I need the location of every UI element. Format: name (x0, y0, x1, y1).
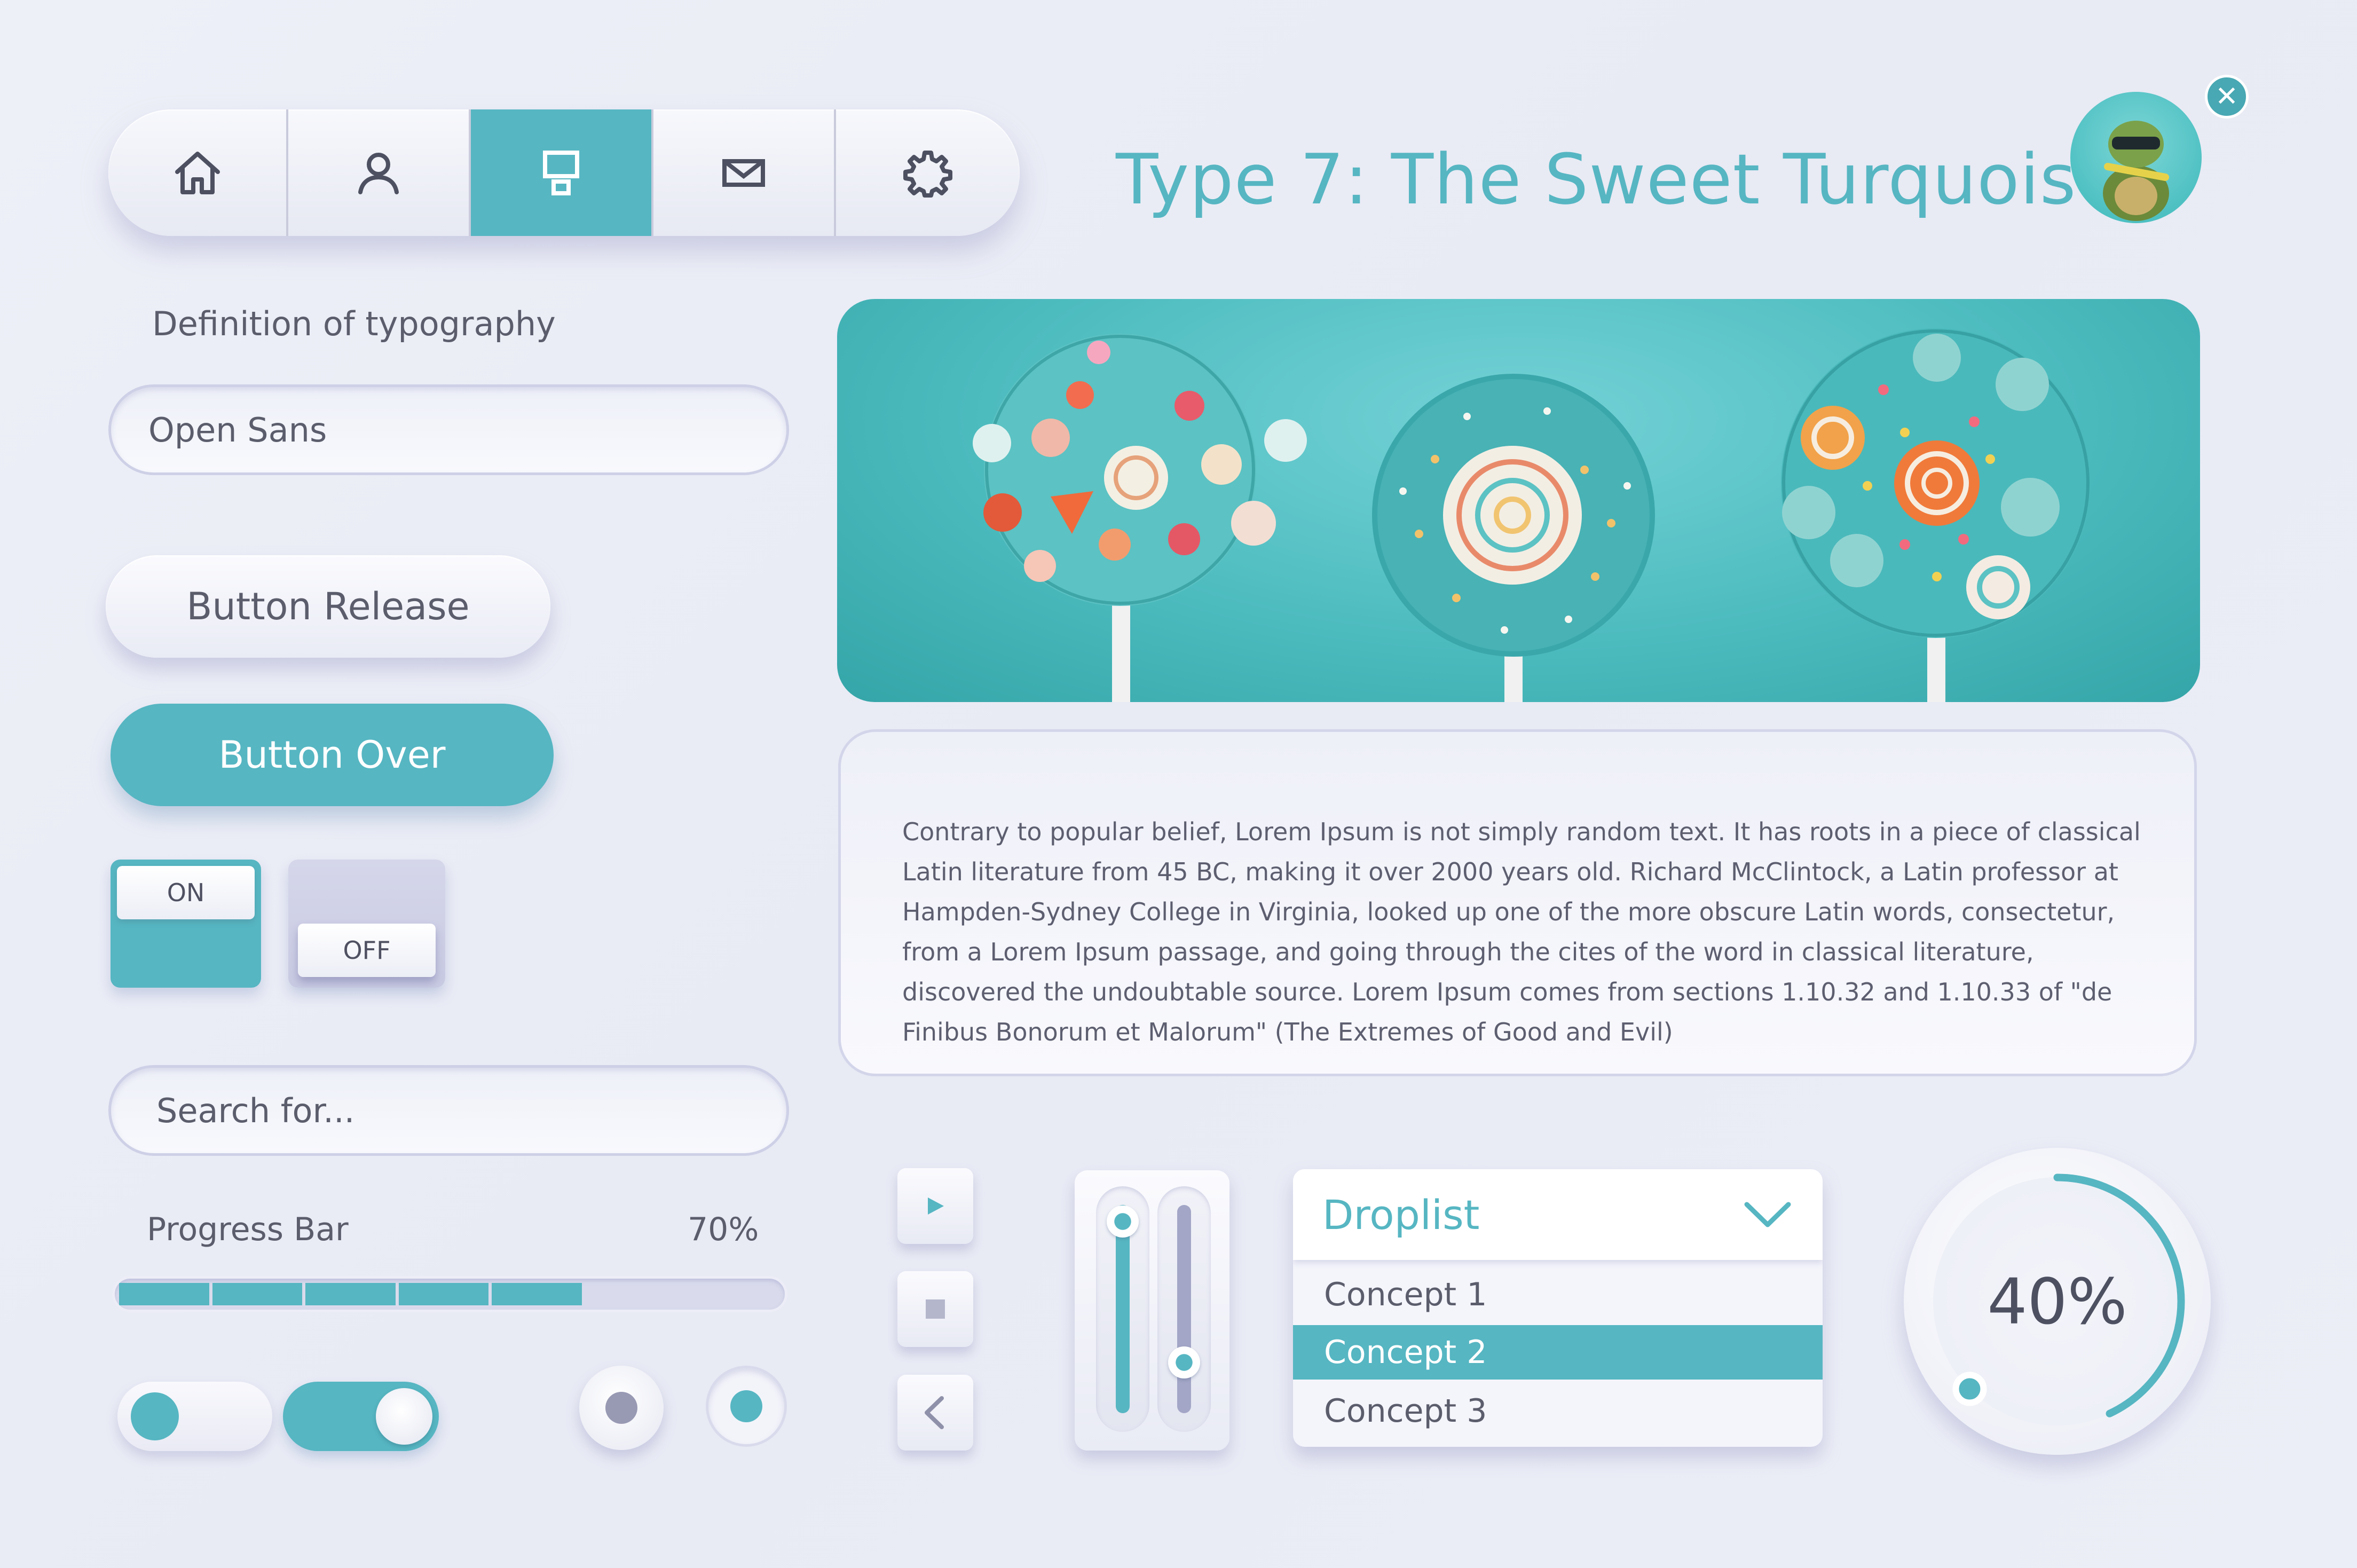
typography-label: Definition of typography (152, 304, 556, 343)
nav-home[interactable] (108, 109, 288, 236)
search-input[interactable]: Search for... (108, 1065, 789, 1156)
progress-segment (492, 1283, 582, 1305)
progress-segment (212, 1283, 303, 1305)
switch-knob (131, 1392, 179, 1440)
gauge-value: 40% (1987, 1264, 2127, 1338)
user-icon (358, 152, 399, 194)
lollipop-banner-image (837, 299, 2200, 702)
stop-button[interactable] (897, 1271, 973, 1347)
turtle-avatar-icon[interactable] (2070, 92, 2202, 223)
radio-dot (605, 1392, 637, 1424)
chevron-down-icon[interactable] (1744, 1200, 1792, 1229)
button-over[interactable]: Button Over (111, 704, 554, 806)
vertical-sliders (1075, 1170, 1229, 1451)
switch-knob (376, 1388, 432, 1445)
progress-value: 70% (688, 1211, 759, 1248)
radio-dot (730, 1390, 762, 1422)
page-title: Type 7: The Sweet Turquoise (1116, 139, 2120, 220)
toggle-on[interactable]: ON (111, 860, 261, 988)
droplist-title: Droplist (1322, 1191, 1480, 1239)
nav-mail[interactable] (653, 109, 836, 236)
play-icon (928, 1197, 944, 1215)
search-placeholder: Search for... (156, 1091, 355, 1130)
progress-bar (112, 1276, 787, 1312)
top-nav-bar (108, 109, 1020, 236)
close-button[interactable]: ✕ (2205, 75, 2249, 119)
stop-icon (926, 1299, 945, 1319)
play-button[interactable] (897, 1168, 973, 1244)
font-field[interactable]: Open Sans (108, 384, 789, 475)
mail-icon (722, 159, 765, 187)
slider-thumb[interactable] (1107, 1205, 1139, 1238)
layout-icon (543, 150, 579, 195)
slider-2[interactable] (1157, 1186, 1211, 1432)
nav-profile[interactable] (288, 109, 471, 236)
home-icon (175, 151, 220, 194)
droplist-header[interactable]: Droplist (1293, 1169, 1823, 1260)
button-release[interactable]: Button Release (106, 555, 550, 658)
nav-settings[interactable] (836, 109, 1020, 236)
button-over-label: Button Over (218, 733, 446, 777)
progress-label: Progress Bar (147, 1211, 349, 1248)
toggle-on-label: ON (117, 866, 255, 919)
radio-selected[interactable] (706, 1366, 787, 1447)
progress-segment (305, 1283, 396, 1305)
droplist-option[interactable]: Concept 3 (1293, 1384, 1823, 1438)
close-icon: ✕ (2215, 81, 2238, 113)
droplist-option[interactable]: Concept 1 (1293, 1267, 1823, 1322)
description-text: Contrary to popular belief, Lorem Ipsum … (902, 817, 2141, 1046)
toggle-off-label: OFF (298, 924, 436, 977)
progress-segment (398, 1283, 489, 1305)
slider-1[interactable] (1096, 1186, 1149, 1432)
slider-thumb[interactable] (1168, 1346, 1200, 1378)
slider-rail (1177, 1205, 1191, 1413)
switch-off[interactable] (117, 1382, 272, 1451)
back-button[interactable] (897, 1375, 973, 1451)
progress-fill (119, 1283, 582, 1305)
progress-segment (119, 1283, 209, 1305)
description-box: Contrary to popular belief, Lorem Ipsum … (838, 729, 2197, 1076)
toggle-off[interactable]: OFF (288, 860, 445, 988)
font-field-value: Open Sans (148, 410, 327, 450)
droplist-option-selected[interactable]: Concept 2 (1293, 1325, 1823, 1380)
nav-layout[interactable] (471, 109, 653, 236)
radio-unselected[interactable] (579, 1366, 664, 1450)
chevron-left-icon (925, 1396, 944, 1429)
gear-icon (903, 150, 952, 198)
droplist[interactable]: Droplist Concept 1 Concept 2 Concept 3 (1293, 1169, 1823, 1447)
switch-on[interactable] (283, 1382, 439, 1451)
progress-gauge: 40% (1904, 1148, 2211, 1455)
button-release-label: Button Release (186, 585, 470, 628)
